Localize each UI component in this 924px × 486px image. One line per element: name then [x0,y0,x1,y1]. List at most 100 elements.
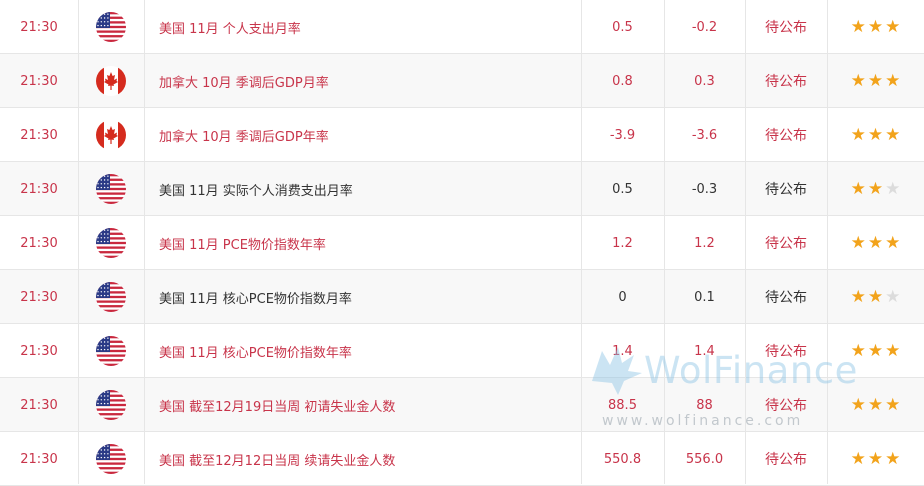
column-divider [144,0,145,484]
star-icon: ★ [850,232,866,253]
event-name[interactable]: 美国 11月 核心PCE物价指数月率 [144,270,581,324]
us-flag-icon [78,216,144,270]
star-icon: ★ [850,16,866,37]
forecast-value: 0.1 [694,289,715,305]
table-row[interactable]: 21:30 美国 截至12月19日当周 初请失业金人数 88.5 88 待公布 ★ ★ ★ [0,378,924,432]
forecast-value: 1.2 [694,235,715,251]
actual-value: 待公布 [765,20,807,36]
star-icon: ★ [850,70,866,91]
column-divider [827,0,828,484]
importance-rating: ★ ★ ★ [827,378,924,432]
actual-value: 待公布 [765,452,807,468]
star-icon: ★ [867,286,884,307]
previous-value: -3.9 [609,127,636,143]
us-flag-icon [78,162,144,216]
table-row[interactable]: 21:30 美国 11月 PCE物价指数年率 1.2 1.2 待公布 ★ ★ ★ [0,216,924,270]
importance-rating: ★ ★ ★ [827,54,924,108]
previous-value: 0.5 [612,181,633,197]
star-icon: ★ [867,70,884,91]
us-flag-icon [78,378,144,432]
column-divider [745,0,746,484]
importance-rating: ★ ★ ★ [827,162,924,216]
importance-rating: ★ ★ ★ [827,0,924,54]
actual-value: 待公布 [765,344,807,360]
star-icon: ★ [867,124,884,145]
forecast-value: -3.6 [691,127,718,143]
forecast-value: -0.3 [691,181,718,197]
event-name[interactable]: 加拿大 10月 季调后GDP年率 [144,108,581,162]
event-time: 21:30 [20,343,58,359]
actual-value: 待公布 [765,128,807,144]
event-time: 21:30 [20,397,58,413]
us-flag-icon [78,432,144,486]
previous-value: 1.4 [612,343,633,359]
actual-value: 待公布 [765,74,807,90]
forecast-value: -0.2 [691,19,718,35]
importance-rating: ★ ★ ★ [827,324,924,378]
forecast-value: 1.4 [694,343,715,359]
table-row[interactable]: 21:30 美国 截至12月12日当周 续请失业金人数 550.8 556.0 待公布 ★… [0,432,924,486]
actual-value: 待公布 [765,398,807,414]
table-row[interactable]: 21:30 加拿大 10月 季调后GDP年率 -3.9 -3.6 待公布 ★ ★ ★ [0,108,924,162]
column-divider [664,0,665,484]
importance-rating: ★ ★ ★ [827,270,924,324]
event-time: 21:30 [20,451,58,467]
table-row[interactable]: 21:30 美国 11月 实际个人消费支出月率 0.5 -0.3 待公布 ★ ★ ★ [0,162,924,216]
event-name[interactable]: 美国 11月 实际个人消费支出月率 [144,162,581,216]
event-time: 21:30 [20,19,58,35]
table-row[interactable]: 21:30 美国 11月 个人支出月率 0.5 -0.2 待公布 ★ ★ ★ [0,0,924,54]
importance-rating: ★ ★ ★ [827,432,924,486]
previous-value: 0.8 [612,73,633,89]
star-icon: ★ [867,394,884,415]
forecast-value: 88 [696,397,713,413]
star-icon: ★ [867,232,884,253]
canada-flag-icon [78,108,144,162]
us-flag-icon [78,324,144,378]
star-icon: ★ [850,448,866,469]
star-icon: ★ [867,16,884,37]
star-icon: ★ [850,178,866,199]
event-time: 21:30 [20,289,58,305]
star-icon: ★ [867,340,884,361]
us-flag-icon [78,270,144,324]
event-name[interactable]: 加拿大 10月 季调后GDP月率 [144,54,581,108]
importance-rating: ★ ★ ★ [827,216,924,270]
previous-value: 550.8 [603,451,642,467]
event-name[interactable]: 美国 11月 个人支出月率 [144,0,581,54]
forecast-value: 0.3 [694,73,715,89]
star-icon: ★ [850,124,866,145]
table-row[interactable]: 21:30 美国 11月 核心PCE物价指数年率 1.4 1.4 待公布 ★ ★ ★ [0,324,924,378]
star-icon: ★ [885,178,901,199]
event-name[interactable]: 美国 11月 PCE物价指数年率 [144,216,581,270]
star-icon: ★ [850,394,866,415]
table-row[interactable]: 21:30 美国 11月 核心PCE物价指数月率 0 0.1 待公布 ★ ★ ★ [0,270,924,324]
star-icon: ★ [885,124,901,145]
star-icon: ★ [885,70,901,91]
table-row[interactable]: 21:30 加拿大 10月 季调后GDP月率 0.8 0.3 待公布 ★ ★ ★ [0,54,924,108]
importance-rating: ★ ★ ★ [827,108,924,162]
previous-value: 1.2 [612,235,633,251]
actual-value: 待公布 [765,290,807,306]
actual-value: 待公布 [765,236,807,252]
event-time: 21:30 [20,127,58,143]
event-name[interactable]: 美国 截至12月12日当周 续请失业金人数 [144,432,581,486]
previous-value: 0 [618,289,627,305]
previous-value: 88.5 [608,397,637,413]
event-time: 21:30 [20,235,58,251]
star-icon: ★ [885,232,901,253]
star-icon: ★ [885,340,901,361]
column-divider [78,0,79,484]
event-name[interactable]: 美国 11月 核心PCE物价指数年率 [144,324,581,378]
column-divider [581,0,582,484]
actual-value: 待公布 [765,182,807,198]
star-icon: ★ [850,286,866,307]
star-icon: ★ [885,448,901,469]
canada-flag-icon [78,54,144,108]
star-icon: ★ [867,448,884,469]
event-time: 21:30 [20,181,58,197]
star-icon: ★ [867,178,884,199]
star-icon: ★ [850,340,866,361]
star-icon: ★ [885,16,901,37]
event-name[interactable]: 美国 截至12月19日当周 初请失业金人数 [144,378,581,432]
event-time: 21:30 [20,73,58,89]
